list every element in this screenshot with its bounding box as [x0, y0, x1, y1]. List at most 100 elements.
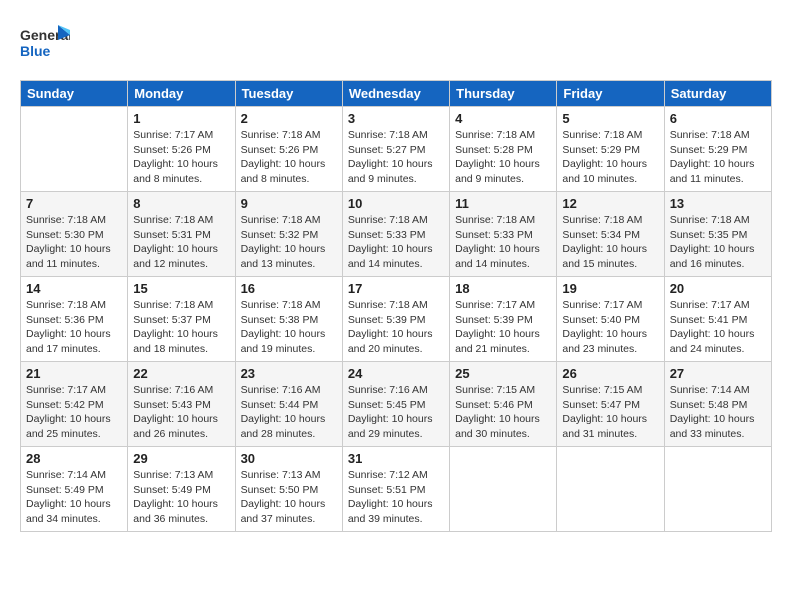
calendar-week-2: 7 Sunrise: 7:18 AM Sunset: 5:30 PM Daylig…	[21, 192, 772, 277]
logo: General Blue	[20, 20, 70, 70]
calendar-cell: 7 Sunrise: 7:18 AM Sunset: 5:30 PM Daylig…	[21, 192, 128, 277]
weekday-header-saturday: Saturday	[664, 81, 771, 107]
day-info: Sunrise: 7:18 AM Sunset: 5:35 PM Dayligh…	[670, 213, 766, 272]
calendar-week-1: 1Sunrise: 7:17 AM Sunset: 5:26 PM Daylig…	[21, 107, 772, 192]
calendar-cell: 13 Sunrise: 7:18 AM Sunset: 5:35 PM Dayli…	[664, 192, 771, 277]
day-number: 7	[26, 196, 122, 211]
day-info: Sunrise: 7:17 AM Sunset: 5:41 PM Dayligh…	[670, 298, 766, 357]
logo-icon: General Blue	[20, 20, 70, 70]
day-number: 8	[133, 196, 229, 211]
weekday-header-wednesday: Wednesday	[342, 81, 449, 107]
calendar-cell: 23 Sunrise: 7:16 AM Sunset: 5:44 PM Dayli…	[235, 362, 342, 447]
day-info: Sunrise: 7:18 AM Sunset: 5:29 PM Dayligh…	[670, 128, 766, 187]
day-info: Sunrise: 7:18 AM Sunset: 5:32 PM Dayligh…	[241, 213, 337, 272]
calendar-cell	[664, 447, 771, 532]
day-info: Sunrise: 7:18 AM Sunset: 5:33 PM Dayligh…	[455, 213, 551, 272]
day-number: 3	[348, 111, 444, 126]
day-number: 23	[241, 366, 337, 381]
day-info: Sunrise: 7:16 AM Sunset: 5:45 PM Dayligh…	[348, 383, 444, 442]
calendar-cell: 3Sunrise: 7:18 AM Sunset: 5:27 PM Daylig…	[342, 107, 449, 192]
day-number: 27	[670, 366, 766, 381]
day-info: Sunrise: 7:16 AM Sunset: 5:44 PM Dayligh…	[241, 383, 337, 442]
day-number: 15	[133, 281, 229, 296]
calendar-cell: 11 Sunrise: 7:18 AM Sunset: 5:33 PM Dayli…	[450, 192, 557, 277]
calendar-cell: 12Sunrise: 7:18 AM Sunset: 5:34 PM Dayli…	[557, 192, 664, 277]
day-info: Sunrise: 7:18 AM Sunset: 5:31 PM Dayligh…	[133, 213, 229, 272]
calendar-cell: 18 Sunrise: 7:17 AM Sunset: 5:39 PM Dayli…	[450, 277, 557, 362]
day-info: Sunrise: 7:14 AM Sunset: 5:49 PM Dayligh…	[26, 468, 122, 527]
calendar-cell	[557, 447, 664, 532]
day-info: Sunrise: 7:18 AM Sunset: 5:38 PM Dayligh…	[241, 298, 337, 357]
calendar-week-4: 21 Sunrise: 7:17 AM Sunset: 5:42 PM Dayli…	[21, 362, 772, 447]
calendar-cell: 17 Sunrise: 7:18 AM Sunset: 5:39 PM Dayli…	[342, 277, 449, 362]
calendar-cell: 1Sunrise: 7:17 AM Sunset: 5:26 PM Daylig…	[128, 107, 235, 192]
calendar-cell: 19Sunrise: 7:17 AM Sunset: 5:40 PM Dayli…	[557, 277, 664, 362]
day-info: Sunrise: 7:15 AM Sunset: 5:47 PM Dayligh…	[562, 383, 658, 442]
day-number: 1	[133, 111, 229, 126]
calendar-cell	[21, 107, 128, 192]
calendar-cell: 27 Sunrise: 7:14 AM Sunset: 5:48 PM Dayli…	[664, 362, 771, 447]
day-info: Sunrise: 7:14 AM Sunset: 5:48 PM Dayligh…	[670, 383, 766, 442]
day-number: 6	[670, 111, 766, 126]
day-info: Sunrise: 7:15 AM Sunset: 5:46 PM Dayligh…	[455, 383, 551, 442]
day-info: Sunrise: 7:18 AM Sunset: 5:33 PM Dayligh…	[348, 213, 444, 272]
day-number: 25	[455, 366, 551, 381]
day-info: Sunrise: 7:13 AM Sunset: 5:49 PM Dayligh…	[133, 468, 229, 527]
day-number: 19	[562, 281, 658, 296]
day-number: 2	[241, 111, 337, 126]
calendar-cell: 2 Sunrise: 7:18 AM Sunset: 5:26 PM Daylig…	[235, 107, 342, 192]
calendar-cell: 16 Sunrise: 7:18 AM Sunset: 5:38 PM Dayli…	[235, 277, 342, 362]
day-info: Sunrise: 7:17 AM Sunset: 5:39 PM Dayligh…	[455, 298, 551, 357]
day-info: Sunrise: 7:18 AM Sunset: 5:30 PM Dayligh…	[26, 213, 122, 272]
day-number: 20	[670, 281, 766, 296]
day-number: 18	[455, 281, 551, 296]
calendar-week-3: 14 Sunrise: 7:18 AM Sunset: 5:36 PM Dayli…	[21, 277, 772, 362]
calendar-cell: 4 Sunrise: 7:18 AM Sunset: 5:28 PM Daylig…	[450, 107, 557, 192]
weekday-header-tuesday: Tuesday	[235, 81, 342, 107]
day-number: 10	[348, 196, 444, 211]
calendar-cell: 8 Sunrise: 7:18 AM Sunset: 5:31 PM Daylig…	[128, 192, 235, 277]
day-number: 31	[348, 451, 444, 466]
calendar-cell: 10 Sunrise: 7:18 AM Sunset: 5:33 PM Dayli…	[342, 192, 449, 277]
svg-text:Blue: Blue	[20, 43, 51, 59]
day-number: 21	[26, 366, 122, 381]
day-info: Sunrise: 7:18 AM Sunset: 5:36 PM Dayligh…	[26, 298, 122, 357]
calendar-table: SundayMondayTuesdayWednesdayThursdayFrid…	[20, 80, 772, 532]
day-number: 11	[455, 196, 551, 211]
weekday-header-friday: Friday	[557, 81, 664, 107]
day-number: 22	[133, 366, 229, 381]
page-header: General Blue	[20, 20, 772, 70]
calendar-cell	[450, 447, 557, 532]
day-info: Sunrise: 7:18 AM Sunset: 5:34 PM Dayligh…	[562, 213, 658, 272]
day-number: 13	[670, 196, 766, 211]
calendar-cell: 14 Sunrise: 7:18 AM Sunset: 5:36 PM Dayli…	[21, 277, 128, 362]
calendar-cell: 15 Sunrise: 7:18 AM Sunset: 5:37 PM Dayli…	[128, 277, 235, 362]
day-number: 17	[348, 281, 444, 296]
day-number: 5	[562, 111, 658, 126]
calendar-cell: 26Sunrise: 7:15 AM Sunset: 5:47 PM Dayli…	[557, 362, 664, 447]
weekday-header-thursday: Thursday	[450, 81, 557, 107]
day-number: 9	[241, 196, 337, 211]
calendar-week-5: 28Sunrise: 7:14 AM Sunset: 5:49 PM Dayli…	[21, 447, 772, 532]
day-info: Sunrise: 7:17 AM Sunset: 5:42 PM Dayligh…	[26, 383, 122, 442]
day-info: Sunrise: 7:12 AM Sunset: 5:51 PM Dayligh…	[348, 468, 444, 527]
day-number: 29	[133, 451, 229, 466]
calendar-cell: 30Sunrise: 7:13 AM Sunset: 5:50 PM Dayli…	[235, 447, 342, 532]
calendar-cell: 21 Sunrise: 7:17 AM Sunset: 5:42 PM Dayli…	[21, 362, 128, 447]
calendar-header-row: SundayMondayTuesdayWednesdayThursdayFrid…	[21, 81, 772, 107]
calendar-cell: 5Sunrise: 7:18 AM Sunset: 5:29 PM Daylig…	[557, 107, 664, 192]
day-number: 16	[241, 281, 337, 296]
day-info: Sunrise: 7:18 AM Sunset: 5:39 PM Dayligh…	[348, 298, 444, 357]
calendar-cell: 29 Sunrise: 7:13 AM Sunset: 5:49 PM Dayli…	[128, 447, 235, 532]
day-info: Sunrise: 7:18 AM Sunset: 5:28 PM Dayligh…	[455, 128, 551, 187]
day-info: Sunrise: 7:18 AM Sunset: 5:26 PM Dayligh…	[241, 128, 337, 187]
calendar-cell: 28Sunrise: 7:14 AM Sunset: 5:49 PM Dayli…	[21, 447, 128, 532]
calendar-cell: 9 Sunrise: 7:18 AM Sunset: 5:32 PM Daylig…	[235, 192, 342, 277]
day-number: 14	[26, 281, 122, 296]
weekday-header-monday: Monday	[128, 81, 235, 107]
calendar-cell: 6 Sunrise: 7:18 AM Sunset: 5:29 PM Daylig…	[664, 107, 771, 192]
day-info: Sunrise: 7:18 AM Sunset: 5:37 PM Dayligh…	[133, 298, 229, 357]
calendar-cell: 20 Sunrise: 7:17 AM Sunset: 5:41 PM Dayli…	[664, 277, 771, 362]
day-number: 4	[455, 111, 551, 126]
day-number: 24	[348, 366, 444, 381]
